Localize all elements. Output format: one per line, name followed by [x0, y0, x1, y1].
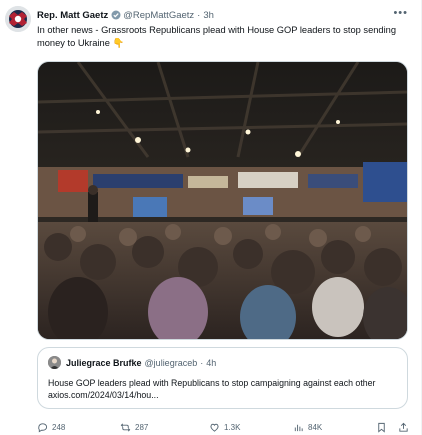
views-button[interactable]: 84K: [293, 422, 322, 433]
heart-icon: [210, 423, 219, 432]
tweet-time[interactable]: 3h: [203, 10, 214, 21]
like-button[interactable]: 1.3K: [209, 422, 240, 433]
share-button[interactable]: [398, 422, 409, 433]
bookmark-icon: [378, 422, 385, 433]
views-count: 84K: [308, 423, 323, 432]
separator-dot: ·: [197, 9, 201, 21]
more-icon[interactable]: •••: [393, 7, 408, 19]
author-avatar[interactable]: [5, 6, 31, 32]
retweet-button[interactable]: 287: [120, 422, 148, 433]
separator-dot: ·: [200, 357, 204, 368]
retweet-icon: [120, 423, 131, 432]
quoted-tweet[interactable]: Juliegrace Brufke @juliegraceb · 4h Hous…: [37, 347, 408, 409]
quoted-tweet-text: House GOP leaders plead with Republicans…: [48, 378, 376, 400]
tweet-photo[interactable]: [37, 61, 408, 340]
reply-icon: [38, 423, 48, 433]
author-handle[interactable]: @RepMattGaetz: [123, 10, 194, 21]
quoted-author-avatar: [48, 356, 61, 369]
quoted-tweet-time: 4h: [206, 357, 217, 368]
reply-button[interactable]: 248: [37, 422, 65, 433]
bookmark-button[interactable]: [376, 422, 387, 433]
verified-badge-icon: [111, 10, 121, 20]
views-icon: [294, 424, 303, 432]
retweet-count: 287: [135, 423, 149, 432]
author-name[interactable]: Rep. Matt Gaetz: [37, 10, 108, 21]
quoted-author-handle: @juliegraceb: [144, 357, 198, 368]
like-count: 1.3K: [224, 423, 241, 432]
quoted-tweet-header: Juliegrace Brufke @juliegraceb · 4h: [48, 356, 216, 369]
share-icon: [399, 422, 408, 432]
tweet-header: Rep. Matt Gaetz @RepMattGaetz · 3h •••: [37, 7, 408, 21]
tweet-actions: 248 287 1.3K 84K: [37, 422, 409, 435]
quoted-author-name: Juliegrace Brufke: [66, 357, 142, 368]
tweet-text: In other news - Grassroots Republicans p…: [37, 25, 396, 48]
reply-count: 248: [52, 423, 66, 432]
